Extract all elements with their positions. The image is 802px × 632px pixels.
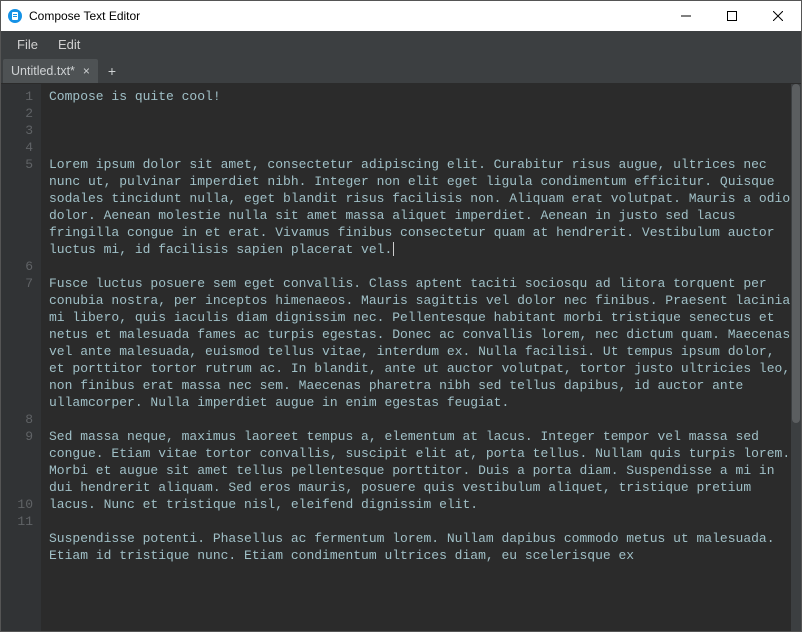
line-number (1, 241, 33, 258)
tab-untitled[interactable]: Untitled.txt* × (3, 59, 98, 83)
line-number (1, 309, 33, 326)
line-number (1, 360, 33, 377)
line-number: 7 (1, 275, 33, 292)
tab-label: Untitled.txt* (11, 64, 75, 78)
maximize-button[interactable] (709, 1, 755, 31)
line-number (1, 173, 33, 190)
line-number (1, 377, 33, 394)
titlebar[interactable]: Compose Text Editor (1, 1, 801, 31)
code-line (49, 513, 795, 530)
app-window: Compose Text Editor File Edit Untitled.t… (0, 0, 802, 632)
scrollbar[interactable] (791, 84, 801, 631)
line-number: 2 (1, 105, 33, 122)
editor-area: 12345 67 89 1011 Compose is quite cool! … (1, 84, 801, 631)
line-number (1, 479, 33, 496)
line-gutter: 12345 67 89 1011 (1, 84, 41, 631)
code-line (49, 411, 795, 428)
line-number (1, 462, 33, 479)
minimize-button[interactable] (663, 1, 709, 31)
line-number: 8 (1, 411, 33, 428)
window-controls (663, 1, 801, 31)
code-line (49, 139, 795, 156)
code-line (49, 258, 795, 275)
code-line: Suspendisse potenti. Phasellus ac fermen… (49, 530, 795, 564)
line-number: 6 (1, 258, 33, 275)
line-number: 10 (1, 496, 33, 513)
line-number: 1 (1, 88, 33, 105)
code-line: Compose is quite cool! (49, 88, 795, 105)
new-tab-button[interactable]: + (100, 59, 124, 83)
code-line (49, 105, 795, 122)
scrollbar-thumb[interactable] (792, 84, 800, 423)
window-title: Compose Text Editor (29, 9, 140, 23)
line-number (1, 326, 33, 343)
line-number (1, 445, 33, 462)
code-line: Lorem ipsum dolor sit amet, consectetur … (49, 156, 795, 258)
tabbar: Untitled.txt* × + (1, 58, 801, 84)
line-number (1, 394, 33, 411)
menu-file[interactable]: File (7, 33, 48, 56)
app-icon (7, 8, 23, 24)
line-number: 5 (1, 156, 33, 173)
line-number (1, 292, 33, 309)
line-number (1, 530, 33, 547)
line-number (1, 224, 33, 241)
code-editor[interactable]: Compose is quite cool! Lorem ipsum dolor… (41, 84, 801, 631)
menu-edit[interactable]: Edit (48, 33, 90, 56)
code-line: Fusce luctus posuere sem eget convallis.… (49, 275, 795, 411)
line-number: 3 (1, 122, 33, 139)
plus-icon: + (108, 63, 116, 79)
code-line (49, 122, 795, 139)
line-number (1, 343, 33, 360)
titlebar-left: Compose Text Editor (1, 8, 140, 24)
line-number (1, 190, 33, 207)
tab-close-icon[interactable]: × (81, 65, 92, 77)
close-button[interactable] (755, 1, 801, 31)
line-number: 11 (1, 513, 33, 530)
line-number (1, 207, 33, 224)
line-number: 9 (1, 428, 33, 445)
code-line: Sed massa neque, maximus laoreet tempus … (49, 428, 795, 513)
menubar: File Edit (1, 31, 801, 58)
line-number: 4 (1, 139, 33, 156)
text-cursor (393, 242, 394, 256)
